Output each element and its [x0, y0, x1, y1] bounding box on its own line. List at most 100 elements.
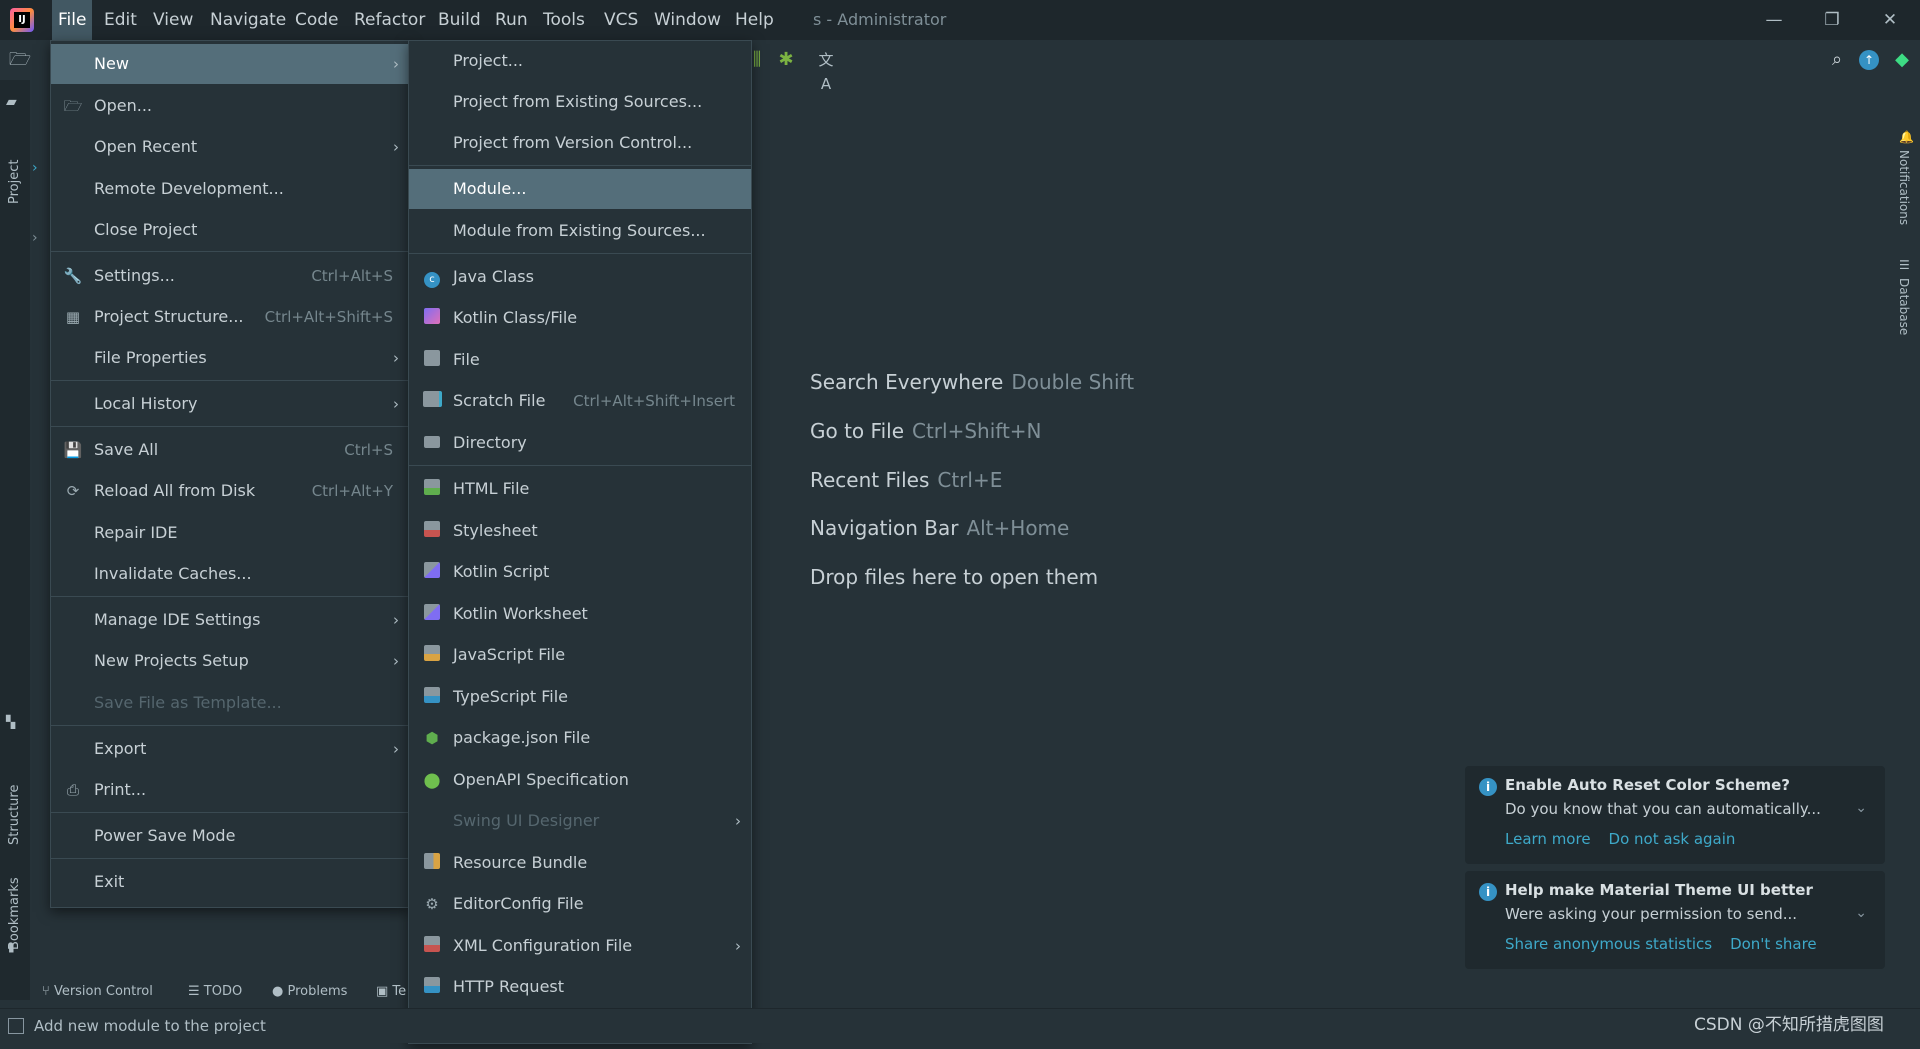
menu-navigate[interactable]: Navigate [204, 0, 292, 40]
menu-item-module[interactable]: Module... [409, 169, 751, 209]
menu-item-file-properties[interactable]: File Properties › [51, 338, 409, 378]
status-message: Add new module to the project [34, 1017, 266, 1035]
hint-key: Ctrl+Shift+N [912, 419, 1042, 443]
menu-vcs[interactable]: VCS [598, 0, 644, 40]
tab-terminal[interactable]: ▣ Te [376, 976, 406, 1008]
menu-item-editorconfig[interactable]: ⚙ EditorConfig File [409, 884, 751, 924]
database-icon: ☰ [1899, 258, 1910, 272]
menu-help[interactable]: Help [729, 0, 780, 40]
menu-item-project-existing-sources[interactable]: Project from Existing Sources... [409, 82, 751, 122]
menu-item-label: JavaScript File [453, 645, 566, 664]
hint-go-to-file: Go to File Ctrl+Shift+N [810, 419, 1042, 443]
restore-button[interactable]: ❐ [1803, 0, 1861, 40]
menu-bar: IJ File Edit View Navigate Code Refactor… [0, 0, 1920, 40]
tab-bookmarks[interactable]: Bookmarks [7, 870, 22, 950]
menu-item-javascript-file[interactable]: JavaScript File [409, 635, 751, 675]
update-icon[interactable]: ↑ [1857, 48, 1881, 72]
minimize-button[interactable]: — [1745, 0, 1803, 40]
tab-problems[interactable]: ● Problems [272, 976, 347, 1008]
tab-database[interactable]: Database [1897, 278, 1911, 358]
menu-tools[interactable]: Tools [537, 0, 591, 40]
menu-item-manage-ide-settings[interactable]: Manage IDE Settings › [51, 600, 409, 640]
menu-item-new-projects-setup[interactable]: New Projects Setup › [51, 641, 409, 681]
chevron-down-icon[interactable]: ⌄ [1855, 905, 1867, 921]
menu-item-label: Power Save Mode [94, 826, 236, 845]
translate-icon[interactable]: 文A [814, 48, 838, 93]
tab-project[interactable]: Project [7, 124, 22, 204]
left-tool-stripe: ▰ Project ▚ Structure ▮ Bookmarks [0, 80, 30, 1000]
menu-item-project-structure[interactable]: ▦ Project Structure... Ctrl+Alt+Shift+S [51, 297, 409, 337]
menu-run[interactable]: Run [489, 0, 534, 40]
dont-share-link[interactable]: Don't share [1730, 935, 1817, 953]
menu-item-new[interactable]: New › [51, 44, 409, 84]
menu-edit[interactable]: Edit [98, 0, 143, 40]
menu-item-scratch-file[interactable]: Scratch File Ctrl+Alt+Shift+Insert [409, 381, 751, 421]
tab-todo[interactable]: ☰ TODO [188, 976, 242, 1008]
structure-icon: ▚ [6, 715, 16, 729]
menu-item-html-file[interactable]: HTML File [409, 469, 751, 509]
menu-item-local-history[interactable]: Local History › [51, 384, 409, 424]
menu-item-remote-development[interactable]: Remote Development... [51, 169, 409, 209]
chevron-right-icon[interactable]: › [32, 230, 38, 246]
menu-item-save-all[interactable]: 💾 Save All Ctrl+S [51, 430, 409, 470]
close-button[interactable]: ✕ [1861, 0, 1919, 40]
menu-item-open-recent[interactable]: Open Recent › [51, 127, 409, 167]
tab-notifications[interactable]: Notifications [1897, 150, 1911, 250]
menu-item-package-json[interactable]: ⬢ package.json File [409, 718, 751, 758]
menu-item-invalidate-caches[interactable]: Invalidate Caches... [51, 554, 409, 594]
chevron-right-icon[interactable]: › [32, 160, 38, 176]
menu-file[interactable]: File [52, 0, 93, 40]
chevron-down-icon[interactable]: ⌄ [1855, 800, 1867, 816]
learn-more-link[interactable]: Learn more [1505, 830, 1591, 848]
menu-item-http-request[interactable]: HTTP Request [409, 967, 751, 1007]
menu-build[interactable]: Build [432, 0, 487, 40]
javascript-file-icon [422, 645, 442, 665]
chevron-right-icon: › [393, 740, 399, 758]
menu-item-directory[interactable]: Directory [409, 423, 751, 463]
menu-item-export[interactable]: Export › [51, 729, 409, 769]
menu-item-openapi[interactable]: ⬤ OpenAPI Specification [409, 760, 751, 800]
ide-features-icon[interactable]: ◆ [1890, 48, 1914, 72]
share-statistics-link[interactable]: Share anonymous statistics [1505, 935, 1712, 953]
menu-item-xml-config[interactable]: XML Configuration File › [409, 926, 751, 966]
menu-item-module-existing-sources[interactable]: Module from Existing Sources... [409, 211, 751, 251]
menu-item-kotlin-worksheet[interactable]: Kotlin Worksheet [409, 594, 751, 634]
menu-item-print[interactable]: ⎙ Print... [51, 770, 409, 810]
menu-view[interactable]: View [147, 0, 199, 40]
menu-shortcut: Ctrl+Alt+S [311, 267, 393, 285]
menu-item-project[interactable]: Project... [409, 41, 751, 81]
menu-item-kotlin-class[interactable]: Kotlin Class/File [409, 298, 751, 338]
menu-item-power-save-mode[interactable]: Power Save Mode [51, 816, 409, 856]
menu-item-close-project[interactable]: Close Project [51, 210, 409, 250]
menu-item-file[interactable]: File [409, 340, 751, 380]
menu-item-reload-all[interactable]: ⟳ Reload All from Disk Ctrl+Alt+Y [51, 471, 409, 511]
info-icon: i [1479, 778, 1497, 796]
menu-item-typescript-file[interactable]: TypeScript File [409, 677, 751, 717]
notification-links: Share anonymous statistics Don't share [1505, 935, 1835, 953]
menu-item-exit[interactable]: Exit [51, 862, 409, 902]
folder-icon [422, 433, 442, 453]
menu-window[interactable]: Window [648, 0, 727, 40]
plugin-icon[interactable]: ✱ [774, 48, 798, 72]
menu-item-settings[interactable]: 🔧 Settings... Ctrl+Alt+S [51, 256, 409, 296]
menu-item-project-vcs[interactable]: Project from Version Control... [409, 123, 751, 163]
menu-item-repair-ide[interactable]: Repair IDE [51, 513, 409, 553]
tab-structure[interactable]: Structure [7, 765, 22, 845]
menu-refactor[interactable]: Refactor [348, 0, 431, 40]
menu-item-label: Invalidate Caches... [94, 564, 252, 583]
do-not-ask-again-link[interactable]: Do not ask again [1609, 830, 1736, 848]
menu-item-kotlin-script[interactable]: Kotlin Script [409, 552, 751, 592]
menu-item-open[interactable]: 🗁 Open... [51, 86, 409, 126]
tab-version-control[interactable]: ⑂ Version Control [42, 976, 153, 1008]
chevron-right-icon: › [393, 652, 399, 670]
open-folder-icon[interactable]: 🗁 [8, 48, 32, 72]
tab-label: Te [392, 984, 407, 999]
menu-item-resource-bundle[interactable]: Resource Bundle [409, 843, 751, 883]
toggle-tool-windows-icon[interactable] [8, 1018, 24, 1034]
menu-item-stylesheet[interactable]: Stylesheet [409, 511, 751, 551]
tab-label: Version Control [53, 984, 153, 999]
search-icon[interactable]: ⌕ [1825, 48, 1849, 72]
menu-code[interactable]: Code [289, 0, 345, 40]
menu-item-java-class[interactable]: c Java Class [409, 257, 751, 297]
hint-action: Go to File [810, 419, 904, 443]
